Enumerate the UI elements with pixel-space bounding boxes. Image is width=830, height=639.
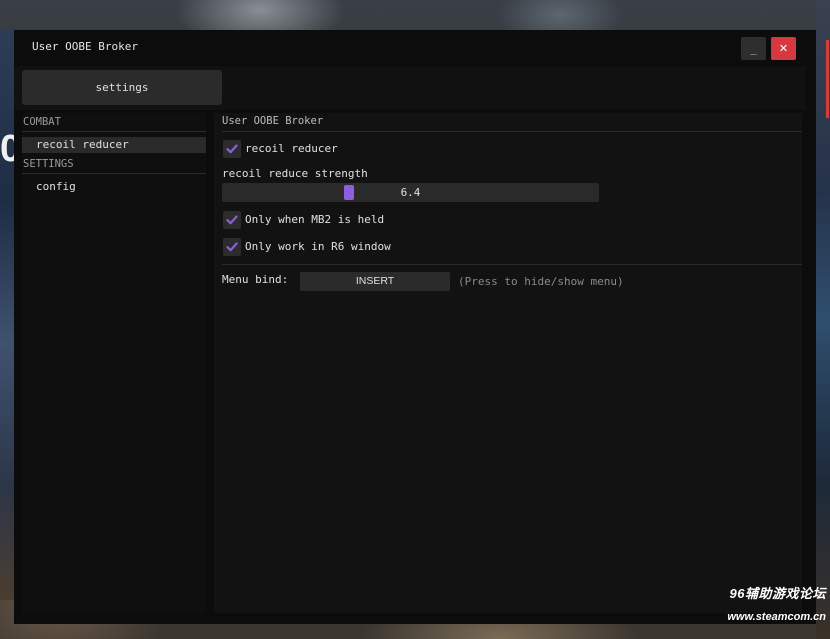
cheat-menu-window: User OOBE Broker _ ✕ settings COMBAT rec… — [14, 30, 816, 624]
sidebar: COMBAT recoil reducer SETTINGS config — [22, 113, 206, 613]
checkbox-box — [223, 140, 241, 158]
background-left-edge — [0, 30, 14, 600]
sidebar-item-config[interactable]: config — [22, 179, 206, 195]
sidebar-item-recoil-reducer[interactable]: recoil reducer — [22, 137, 206, 153]
window-title: User OOBE Broker — [32, 40, 138, 53]
recoil-strength-slider[interactable]: 6.4 — [222, 183, 599, 202]
checkbox-box — [223, 211, 241, 229]
content-divider — [222, 264, 802, 265]
minimize-button[interactable]: _ — [741, 37, 766, 60]
slider-label: recoil reduce strength — [222, 167, 368, 180]
sidebar-divider — [22, 173, 206, 174]
menu-bind-label: Menu bind: — [222, 273, 289, 286]
content-divider — [222, 131, 802, 132]
checkbox-box — [223, 238, 241, 256]
sidebar-divider — [22, 131, 206, 132]
background-glyph: 0 — [0, 128, 14, 170]
check-icon — [226, 242, 238, 252]
watermark-url: www.steamcom.cn — [727, 611, 826, 623]
tab-settings[interactable]: settings — [22, 70, 222, 105]
site-watermark: 96辅助游戏论坛 www.steamcom.cn — [700, 585, 826, 625]
checkbox-label: recoil reducer — [245, 142, 338, 155]
background-red-accent — [826, 40, 829, 118]
close-button[interactable]: ✕ — [771, 37, 796, 60]
slider-value: 6.4 — [400, 186, 421, 199]
check-icon — [226, 215, 238, 225]
menu-bind-hint: (Press to hide/show menu) — [458, 275, 624, 288]
title-bar[interactable]: User OOBE Broker _ ✕ — [14, 30, 816, 66]
tab-bar: settings — [14, 66, 806, 110]
sidebar-section-settings: SETTINGS — [23, 158, 74, 170]
content-panel: User OOBE Broker recoil reducer recoil r… — [214, 113, 802, 613]
menu-bind-button[interactable]: INSERT — [300, 272, 450, 291]
check-icon — [226, 144, 238, 154]
sidebar-section-combat: COMBAT — [23, 116, 61, 128]
checkbox-label: Only work in R6 window — [245, 240, 391, 253]
checkbox-label: Only when MB2 is held — [245, 213, 385, 226]
content-header: User OOBE Broker — [222, 115, 324, 127]
watermark-title: 96辅助游戏论坛 — [729, 586, 826, 601]
